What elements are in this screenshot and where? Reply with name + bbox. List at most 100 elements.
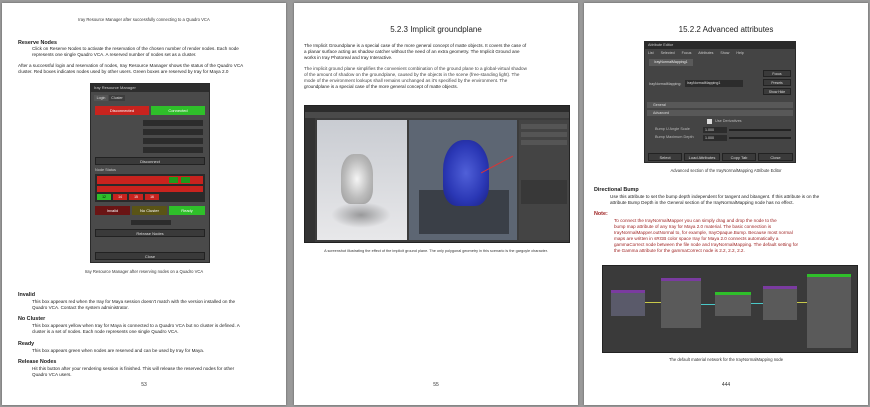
no-cluster-text-2: cluster is a set of nodes. Each node rep… <box>32 329 179 334</box>
login-field-2[interactable] <box>143 129 203 135</box>
node-grid: 12 14 15 16 <box>95 174 205 202</box>
menu-help[interactable]: Help <box>736 51 743 55</box>
disconnect-button[interactable]: Disconnect <box>95 157 205 165</box>
graph-caption: The default material network for the Ira… <box>668 357 784 362</box>
after-text-2: cluster. Red boxes indicates nodes used … <box>18 69 229 74</box>
node-count-field[interactable] <box>131 220 171 225</box>
tab-cluster[interactable]: Cluster <box>109 95 125 101</box>
release-nodes-button[interactable]: Release Nodes <box>95 229 205 237</box>
invalid-text-1: This box appears red when the Iray for M… <box>32 299 236 304</box>
menu-list[interactable]: List <box>648 51 654 55</box>
menu-attributes[interactable]: Attributes <box>698 51 713 55</box>
editor-tab[interactable]: IrayNormalMapping1 <box>649 59 693 66</box>
document-page-1: Iray Resource Manager after successfully… <box>2 3 286 405</box>
ready-box: Ready <box>169 206 205 215</box>
menu-show[interactable]: Show <box>720 51 729 55</box>
close-button[interactable]: Close <box>95 252 205 260</box>
graph-node-file <box>611 290 645 316</box>
iray-resource-manager-window: Iray Resource Manager Login Cluster Disc… <box>90 83 210 263</box>
attribute-editor-window: Attribute Editor List Selected Focus Att… <box>644 41 796 163</box>
reserve-text-1: Click on Reserve Nodes to activate the r… <box>32 46 239 51</box>
ground-shadow <box>331 202 391 228</box>
presets-button[interactable]: Presets <box>763 79 791 86</box>
render-view-left <box>317 120 407 240</box>
section-title-implicit-groundplane: 5.2.3 Implicit groundplane <box>390 25 482 34</box>
select-button[interactable]: Select <box>648 153 682 161</box>
graph-node-material <box>807 274 851 348</box>
window-caption: Iray Resource Manager after reserving no… <box>84 269 204 274</box>
node-14: 14 <box>113 194 127 200</box>
use-derivatives-checkbox[interactable] <box>707 119 712 124</box>
gargoyle-render <box>341 154 373 204</box>
attr-row-1 <box>521 124 567 129</box>
note-line-5: gammaCorrect node between the file node … <box>614 242 799 247</box>
body-line-3: mode of the environment lookups shall re… <box>304 78 508 83</box>
bump-u-slider[interactable] <box>729 129 791 131</box>
body-line-4: groundplane is a special case of the mor… <box>304 84 458 89</box>
menu-selected[interactable]: Selected <box>661 51 675 55</box>
release-text-1: Hit this button after your rendering ses… <box>32 366 235 371</box>
login-field-4[interactable] <box>143 147 203 153</box>
bump-depth-slider[interactable] <box>729 137 791 139</box>
node-row-2 <box>97 186 203 192</box>
focus-button[interactable]: Focus <box>763 70 791 77</box>
menu-focus[interactable]: Focus <box>682 51 692 55</box>
section-general[interactable]: General <box>647 102 793 108</box>
load-attributes-button[interactable]: Load Attributes <box>684 153 720 161</box>
release-text-2: Quadro VCA users. <box>32 372 72 377</box>
window-title: Iray Resource Manager <box>91 84 209 92</box>
no-cluster-box: No Cluster <box>132 206 167 215</box>
ready-text: This box appears green when nodes are re… <box>32 348 205 353</box>
node-name-field[interactable]: IrayNormalMapping1 <box>685 80 743 87</box>
tab-login[interactable]: Login <box>94 95 108 101</box>
no-cluster-text-1: This box appears yellow when Iray for Ma… <box>32 323 240 328</box>
screenshot-caption: A screenshot illustrating the effect of … <box>324 249 548 253</box>
login-field-1[interactable] <box>143 120 203 126</box>
ready-heading: Ready <box>18 341 35 347</box>
graph-node-normalmap <box>763 286 797 320</box>
attr-row-2 <box>521 132 567 137</box>
node-reserved-a <box>169 177 178 183</box>
note-line-3: IrayNormalMapper.outNormal to, for examp… <box>614 230 793 235</box>
bump-text-1: Use this attribute to set the bump depth… <box>610 194 820 199</box>
top-caption: Iray Resource Manager after successfully… <box>78 17 210 22</box>
bump-u-label: Bump U Angle Scale <box>655 127 690 131</box>
document-page-3: 15.2.2 Advanced attributes Attribute Edi… <box>584 3 868 405</box>
note-line-4: maps are written in sRGB color space Ira… <box>614 236 779 241</box>
attribute-panel <box>519 120 569 240</box>
attr-row-3 <box>521 140 567 145</box>
show-hide-button[interactable]: Show Hide <box>763 88 791 95</box>
note-line-1: To connect the IrayNormalMapper you can … <box>614 218 777 223</box>
invalid-text-2: Quadro VCA. Contact the system administr… <box>32 305 129 310</box>
node-status-label: Node Status <box>95 168 116 172</box>
node-reserved-b <box>181 177 190 183</box>
section-title-advanced-attributes: 15.2.2 Advanced attributes <box>678 25 774 34</box>
bump-depth-label: Bump Maximum Depth <box>655 135 694 139</box>
intro-line-1: The Implicit Groundplane is a special ca… <box>304 43 527 48</box>
directional-bump-heading: Directional Bump <box>594 187 639 193</box>
graph-wire-1 <box>645 302 661 303</box>
release-heading: Release Nodes <box>18 359 57 365</box>
intro-line-2: a planar surface acting as shadow catche… <box>304 49 520 54</box>
section-advanced[interactable]: Advanced <box>647 110 793 116</box>
node-12: 12 <box>97 194 111 200</box>
login-field-3[interactable] <box>143 138 203 144</box>
after-text-1: After a successful login and reservation… <box>18 63 244 68</box>
editor-close-button[interactable]: Close <box>758 153 793 161</box>
attr-block <box>521 180 567 204</box>
bump-u-field[interactable]: 1.000 <box>703 127 727 133</box>
use-derivatives-label: Use Derivatives <box>715 119 742 123</box>
viewport-right <box>409 120 517 240</box>
copy-tab-button[interactable]: Copy Tab <box>722 153 756 161</box>
status-connected: Connected <box>151 106 205 115</box>
editor-caption: Advanced section of the IrayNormalMappin… <box>670 168 782 173</box>
document-page-2: 5.2.3 Implicit groundplane The Implicit … <box>294 3 578 405</box>
editor-menubar: List Selected Focus Attributes Show Help <box>645 50 795 56</box>
graph-node-place2d <box>661 278 701 328</box>
bump-text-2: attribute Bump Depth in the General sect… <box>610 200 794 205</box>
bump-depth-field[interactable]: 1.000 <box>703 135 727 141</box>
maya-shelf <box>305 112 569 118</box>
invalid-box: Invalid <box>95 206 130 215</box>
invalid-heading: Invalid <box>18 292 36 298</box>
graph-wire-2 <box>701 304 715 305</box>
